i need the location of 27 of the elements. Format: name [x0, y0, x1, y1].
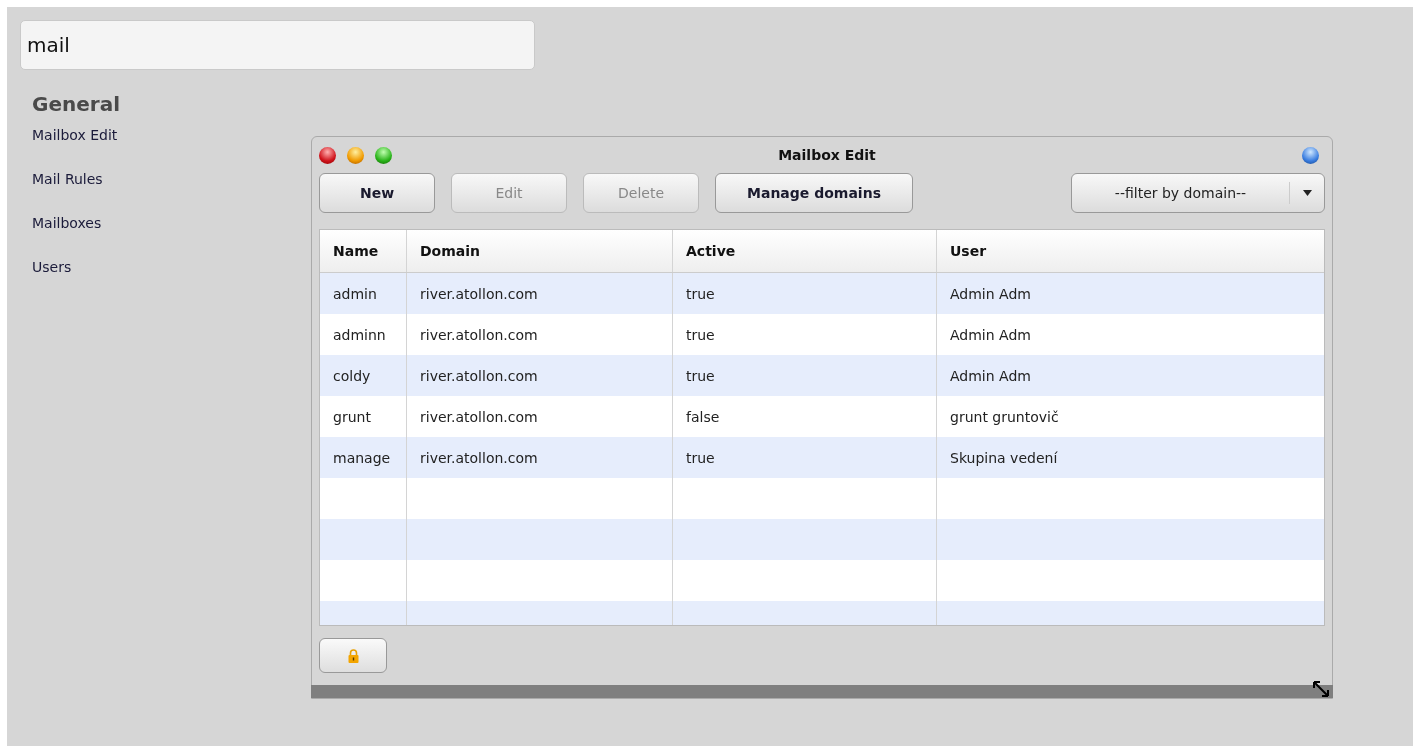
zoom-button[interactable] — [375, 146, 392, 164]
filter-dropdown[interactable]: --filter by domain-- — [1071, 173, 1325, 213]
table-cell-text: Skupina vedení — [949, 448, 1059, 468]
column-header[interactable]: User — [937, 230, 1324, 272]
lock-button[interactable] — [319, 638, 387, 673]
column-header[interactable]: Domain — [407, 230, 673, 272]
sidebar-item[interactable]: Mailboxes — [32, 212, 311, 234]
table-cell-text: Admin Adm — [949, 284, 1032, 304]
table-cell-text: grunt gruntovič — [949, 407, 1060, 427]
toolbar-toggle-button[interactable] — [1302, 146, 1319, 164]
section-heading: General — [32, 92, 121, 116]
sidebar-item[interactable]: Mail Rules — [32, 168, 311, 190]
table-cell-text: Admin Adm — [949, 366, 1032, 386]
window-title: Mailbox Edit — [777, 147, 877, 163]
search-field[interactable]: mail — [20, 20, 535, 70]
minimize-button[interactable] — [347, 146, 364, 164]
sidebar-item[interactable]: Mailbox Edit — [32, 124, 311, 146]
toolbar-button[interactable]: New — [319, 173, 435, 213]
column-header[interactable]: Active — [673, 230, 937, 272]
column-header[interactable]: Name — [320, 230, 407, 272]
close-button[interactable] — [319, 146, 336, 164]
toolbar-button[interactable]: Manage domains — [715, 173, 913, 213]
table-cell-text: Admin Adm — [949, 325, 1032, 345]
padlock-icon — [347, 648, 359, 663]
dropdown-arrow-icon — [1302, 190, 1312, 196]
resize-icon[interactable] — [1311, 679, 1331, 699]
sidebar-item[interactable]: Users — [32, 256, 311, 278]
